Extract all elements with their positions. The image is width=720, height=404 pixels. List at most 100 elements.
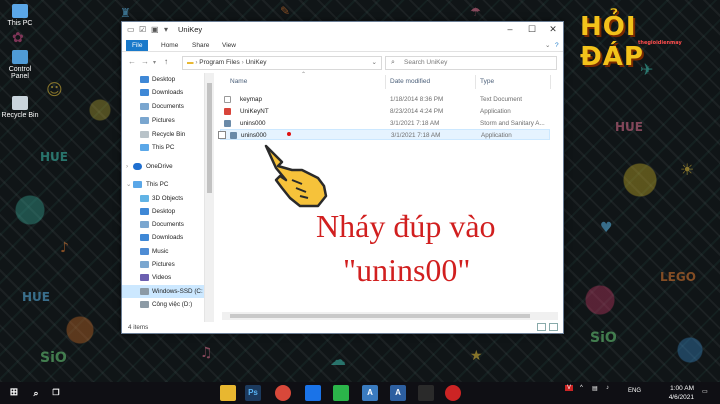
- column-header-date-modified[interactable]: Date modified: [386, 75, 476, 89]
- nav-item-3d-objects[interactable]: 3D Objects: [122, 192, 204, 205]
- start-windows-icon[interactable]: ⊞: [6, 385, 22, 401]
- up-arrow-icon[interactable]: ↑: [164, 57, 168, 66]
- downloads-folder-icon: [140, 234, 149, 241]
- desktop-icon-this-pc[interactable]: This PC: [0, 4, 40, 27]
- network-icon[interactable]: ▤: [592, 385, 598, 392]
- recent-locations-icon[interactable]: ▾: [153, 59, 156, 66]
- record-icon[interactable]: [445, 385, 461, 401]
- file-row[interactable]: keymap 1/18/2014 8:36 PM Text Document: [220, 94, 550, 105]
- nav-item-videos[interactable]: Videos: [122, 271, 204, 284]
- tab-share[interactable]: Share: [187, 40, 214, 51]
- videos-folder-icon: [140, 274, 149, 281]
- desktop-icon-label: Recycle Bin: [1, 112, 39, 119]
- nav-item-recycle-bin[interactable]: Recycle Bin: [122, 128, 204, 141]
- mouse-pointer-dot: [287, 132, 291, 136]
- collapse-chevron-icon[interactable]: ⌄: [126, 178, 131, 191]
- navigation-bar: ← → ▾ ↑ ▬ › Program Files › UniKey ⌄ ⌕ S…: [122, 53, 563, 73]
- search-icon[interactable]: ⌕: [28, 385, 44, 401]
- file-type: Application: [481, 132, 512, 139]
- new-folder-icon[interactable]: ▣: [151, 25, 159, 34]
- recycle-bin-icon: [12, 96, 28, 110]
- task-view-icon[interactable]: ❐: [48, 385, 64, 401]
- unikey-app-icon: [224, 108, 231, 115]
- desktop-icon-recycle-bin[interactable]: Recycle Bin: [0, 96, 40, 119]
- vietkey-tray-icon[interactable]: V: [565, 385, 574, 391]
- nav-item-desktop[interactable]: Desktop: [122, 73, 204, 86]
- nav-item-documents-pc[interactable]: Documents: [122, 218, 204, 231]
- horizontal-scrollbar[interactable]: [222, 312, 558, 320]
- search-placeholder: Search UniKey: [404, 59, 448, 66]
- photoshop-icon[interactable]: Ps: [245, 385, 261, 401]
- downloads-folder-icon: [140, 89, 149, 96]
- nav-item-onedrive[interactable]: › OneDrive: [122, 160, 204, 173]
- file-row[interactable]: unins000 3/1/2021 7:18 AM Storm and Sani…: [220, 118, 550, 129]
- documents-folder-icon: [140, 221, 149, 228]
- breadcrumb-unikey[interactable]: UniKey: [246, 59, 267, 66]
- file-explorer-icon[interactable]: [220, 385, 236, 401]
- desktop-icon-control-panel[interactable]: Control Panel: [0, 50, 40, 80]
- nav-item-downloads[interactable]: Downloads: [122, 86, 204, 99]
- address-dropdown-icon[interactable]: ⌄: [372, 57, 377, 69]
- nav-item-documents[interactable]: Documents: [122, 100, 204, 113]
- close-button[interactable]: ✕: [543, 23, 563, 36]
- nav-item-desktop-pc[interactable]: Desktop: [122, 205, 204, 218]
- file-name: keymap: [240, 96, 263, 103]
- search-icon: ⌕: [391, 59, 395, 66]
- file-row-unins000-application[interactable]: unins000 3/1/2021 7:18 AM Application: [218, 129, 550, 140]
- tab-home[interactable]: Home: [156, 40, 183, 51]
- scrollbar-thumb[interactable]: [207, 83, 212, 193]
- app-a2-icon[interactable]: A: [390, 385, 406, 401]
- column-header-type[interactable]: Type: [476, 75, 551, 89]
- file-row[interactable]: UniKeyNT 8/23/2014 4:24 PM Application: [220, 106, 550, 117]
- tab-file[interactable]: File: [126, 40, 149, 51]
- row-checkbox[interactable]: [218, 131, 226, 139]
- expand-chevron-icon[interactable]: ›: [126, 160, 128, 173]
- help-icon[interactable]: ?: [550, 40, 564, 51]
- nav-item-pictures-pc[interactable]: Pictures: [122, 258, 204, 271]
- nav-item-this-pc-quick[interactable]: This PC: [122, 141, 204, 154]
- desktop-folder-icon: [140, 208, 149, 215]
- details-view-icon[interactable]: [537, 323, 546, 331]
- language-indicator[interactable]: ENG: [628, 388, 641, 394]
- taskbar: ⊞ ⌕ ❐ Ps A A V ^ ▤ ♪ ENG 1:00 AM 4/6/202…: [0, 382, 720, 404]
- large-icons-view-icon[interactable]: [549, 323, 558, 331]
- recording-icon[interactable]: [418, 385, 434, 401]
- clock[interactable]: 1:00 AM 4/6/2021: [654, 384, 694, 402]
- navigation-scrollbar[interactable]: [204, 73, 214, 322]
- logo-tagline: thegioidienmay: [638, 40, 682, 46]
- desktop-icon-label: Control Panel: [8, 66, 32, 80]
- nav-item-downloads-pc[interactable]: Downloads: [122, 231, 204, 244]
- zalo-icon[interactable]: [305, 385, 321, 401]
- search-input[interactable]: ⌕ Search UniKey: [385, 56, 557, 70]
- installer-app-icon: [230, 132, 237, 139]
- chrome-icon[interactable]: [275, 385, 291, 401]
- notification-icon[interactable]: ▭: [702, 388, 708, 395]
- file-type: Text Document: [480, 96, 522, 103]
- hoi-dap-logo: HỎI ĐÁP thegioidienmay: [580, 12, 708, 72]
- logo-text: HỎI ĐÁP: [580, 12, 644, 72]
- maximize-button[interactable]: ☐: [522, 23, 542, 36]
- scrollbar-thumb[interactable]: [230, 314, 530, 318]
- properties-icon[interactable]: ☑: [139, 25, 146, 34]
- breadcrumb-program-files[interactable]: Program Files: [199, 59, 239, 66]
- nav-item-music[interactable]: Music: [122, 245, 204, 258]
- show-hidden-icons-icon[interactable]: ^: [580, 385, 583, 391]
- nav-item-cong-viec[interactable]: Công việc (D:): [122, 298, 204, 311]
- title-bar: ▭ ☑ ▣ ▾ UniKey – ☐ ✕: [122, 22, 563, 38]
- nav-item-this-pc[interactable]: ⌄ This PC: [122, 178, 204, 191]
- nav-item-windows-ssd[interactable]: Windows-SSD (C:: [122, 285, 204, 298]
- forward-arrow-icon[interactable]: →: [141, 57, 149, 66]
- nav-item-pictures[interactable]: Pictures: [122, 114, 204, 127]
- tab-view[interactable]: View: [217, 40, 241, 51]
- this-pc-icon: [133, 181, 142, 188]
- quick-access-dropdown-icon[interactable]: ▾: [164, 25, 168, 34]
- minimize-button[interactable]: –: [500, 23, 520, 36]
- volume-icon[interactable]: ♪: [606, 385, 609, 391]
- app-a-icon[interactable]: A: [362, 385, 378, 401]
- address-bar[interactable]: ▬ › Program Files › UniKey ⌄: [182, 56, 382, 70]
- instruction-caption-line2: "unins00": [343, 252, 471, 288]
- line-icon[interactable]: [333, 385, 349, 401]
- file-type: Application: [480, 108, 511, 115]
- back-arrow-icon[interactable]: ←: [128, 57, 136, 66]
- data-file-icon: [224, 120, 231, 127]
